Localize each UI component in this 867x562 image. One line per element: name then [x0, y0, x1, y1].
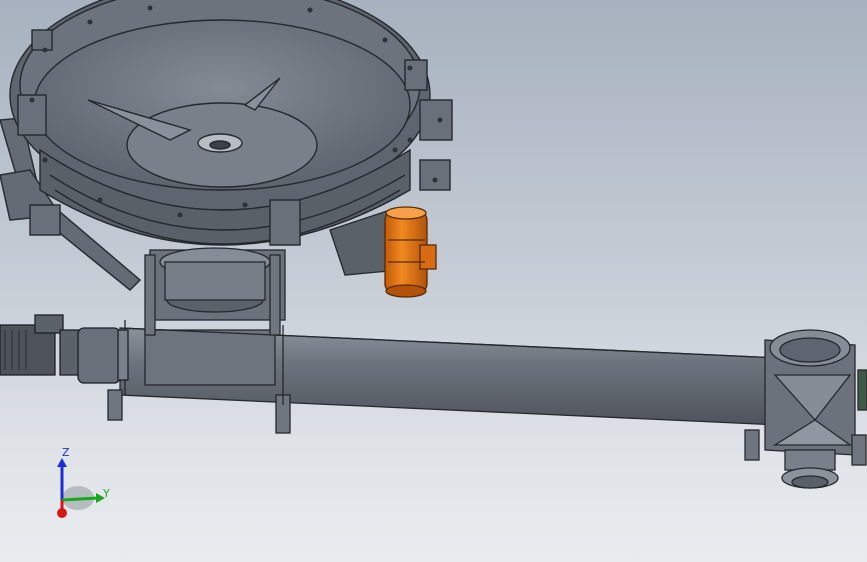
triad-graphic [57, 458, 105, 518]
cad-graphics-viewport[interactable]: Z Y [0, 0, 867, 562]
z-axis-label: Z [62, 446, 70, 459]
y-axis-label: Y [103, 487, 110, 500]
drive-motor [0, 314, 129, 384]
cad-model-assembly[interactable] [0, 0, 867, 562]
bin-outlet-throat [149, 247, 286, 321]
orientation-triad: Z Y [40, 440, 130, 530]
screw-conveyor-tube [119, 327, 781, 426]
y-axis [61, 496, 99, 502]
bin-activator-hopper [9, 0, 453, 246]
